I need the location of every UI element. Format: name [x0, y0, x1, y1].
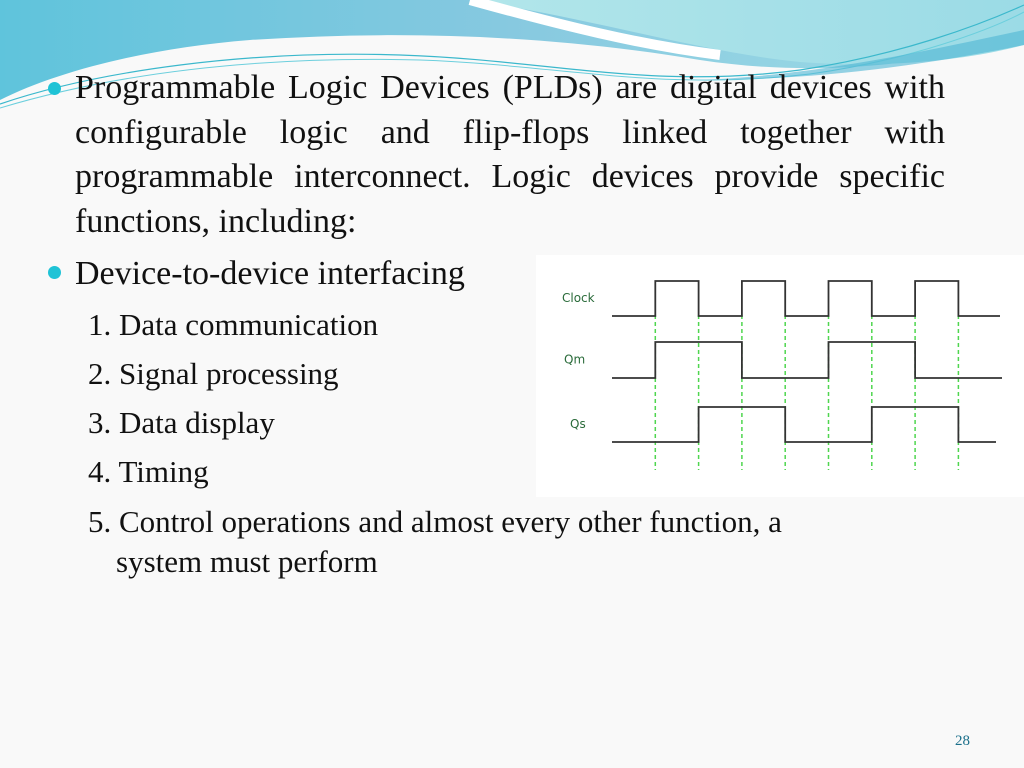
- waveform-qm: [612, 341, 1002, 379]
- signal-label-qm: Qm: [564, 353, 585, 367]
- signal-label-qs: Qs: [570, 417, 586, 431]
- list-item: 1. Data communication: [88, 307, 379, 342]
- bullet-icon: [48, 266, 61, 279]
- timing-diagram-svg: Clock Qm Qs: [562, 280, 1002, 470]
- interfacing-heading: Device-to-device interfacing: [75, 255, 465, 292]
- waveform-qs: [612, 406, 996, 443]
- intro-paragraph: Programmable Logic Devices (PLDs) are di…: [75, 69, 945, 240]
- list-item: 5. Control operations and almost every o…: [88, 504, 782, 539]
- list-item: 2. Signal processing: [88, 356, 339, 391]
- list-item: 3. Data display: [88, 405, 275, 440]
- timing-diagram: Clock Qm Qs: [536, 255, 1024, 497]
- list-item-continuation: system must perform: [116, 544, 378, 579]
- list-item: 4. Timing: [88, 454, 209, 489]
- bullet-icon: [48, 82, 61, 95]
- waveform-clock: [612, 280, 1000, 317]
- page-number: 28: [955, 733, 970, 749]
- signal-label-clock: Clock: [562, 291, 595, 305]
